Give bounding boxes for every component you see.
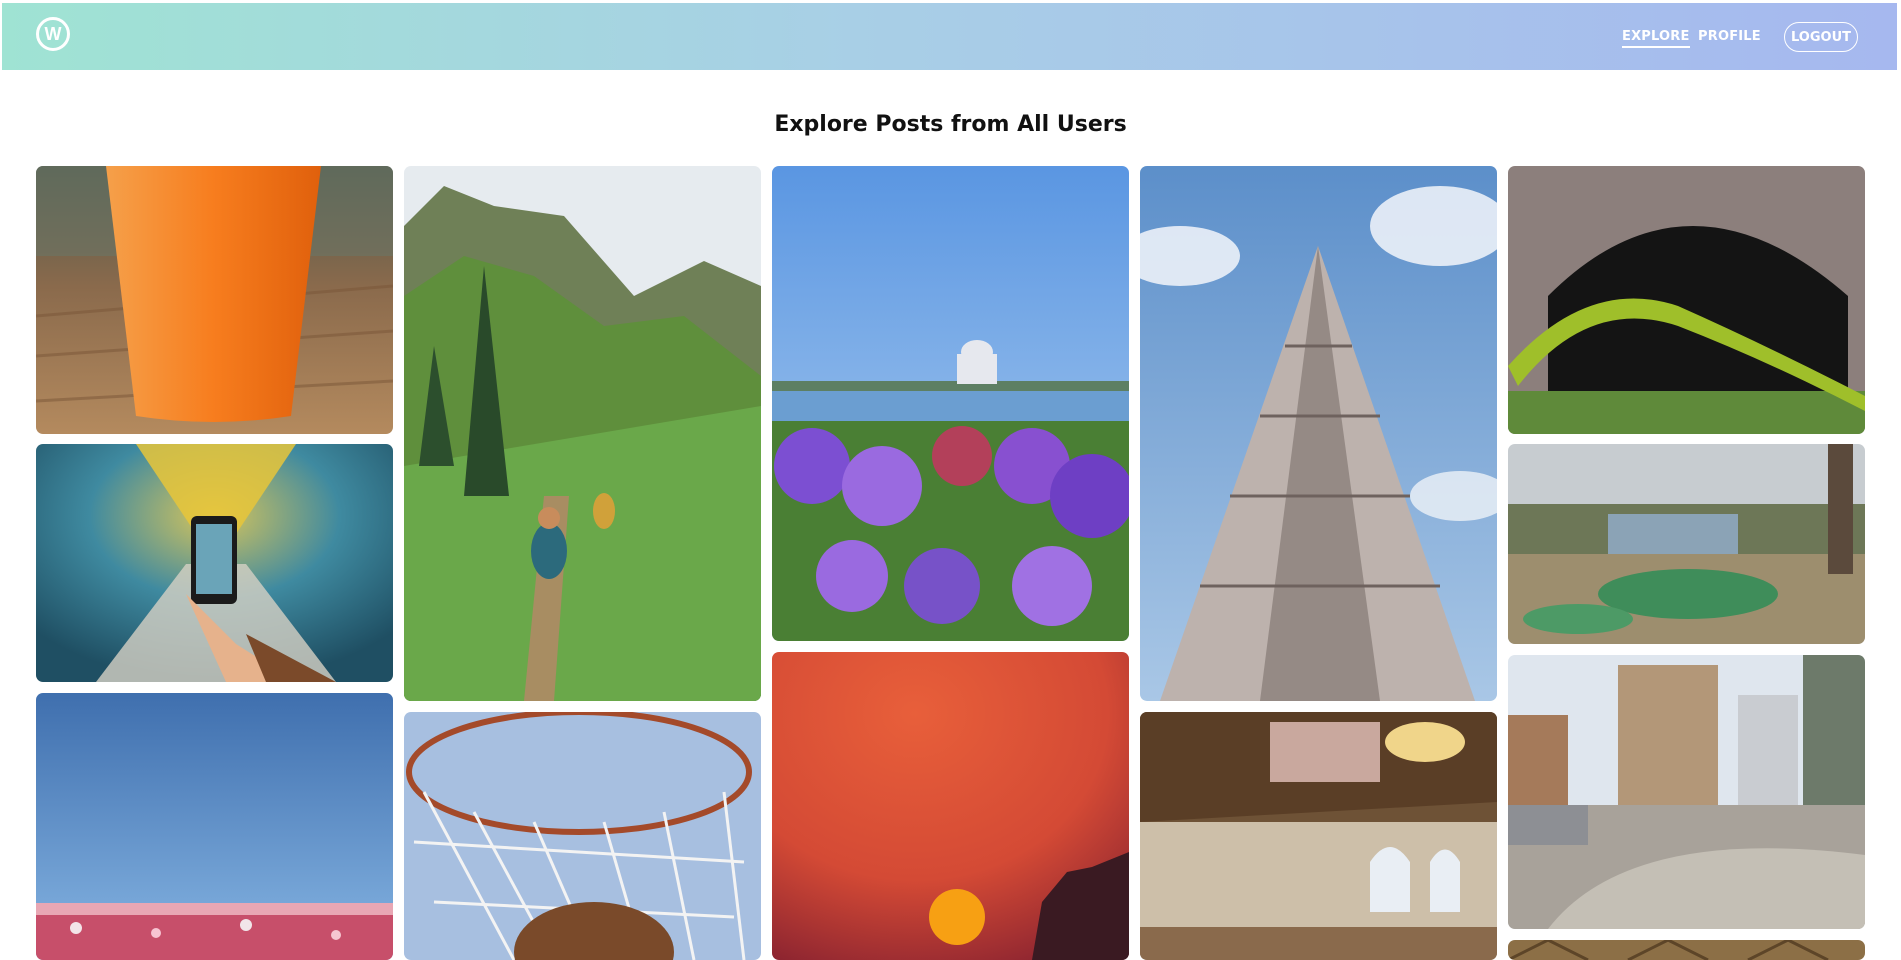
nav-profile-link[interactable]: PROFILE xyxy=(1698,29,1761,44)
post-image-mountain-hikers[interactable] xyxy=(404,166,761,701)
nav-explore-link[interactable]: EXPLORE xyxy=(1622,29,1690,48)
logout-button[interactable]: LOGOUT xyxy=(1784,22,1858,52)
page-title: Explore Posts from All Users xyxy=(774,112,1127,137)
post-image-sunset[interactable] xyxy=(772,652,1129,960)
post-image-library-hall[interactable] xyxy=(1140,712,1497,960)
post-image-mossy-tunnel[interactable] xyxy=(1508,166,1865,434)
post-image-basketball-hoop[interactable] xyxy=(404,712,761,960)
post-image-flatiron-building[interactable] xyxy=(1140,166,1497,701)
post-image-orange-drink[interactable] xyxy=(36,166,393,434)
top-navbar: W EXPLORE PROFILE LOGOUT xyxy=(2,3,1897,70)
post-image-purple-flowers-lake[interactable] xyxy=(772,166,1129,641)
post-image-city-street[interactable] xyxy=(1508,655,1865,929)
post-image-partial[interactable] xyxy=(1508,940,1865,960)
post-image-mini-golf[interactable] xyxy=(1508,444,1865,644)
post-image-flower-field[interactable] xyxy=(36,693,393,960)
post-image-phone-tunnel[interactable] xyxy=(36,444,393,682)
app-logo-icon[interactable]: W xyxy=(36,17,70,51)
